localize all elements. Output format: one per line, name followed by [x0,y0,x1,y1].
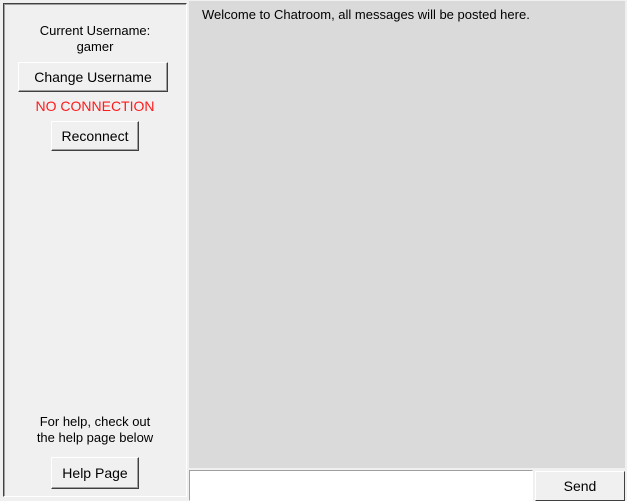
help-text-line1: For help, check out [39,414,151,429]
send-button[interactable]: Send [535,471,625,501]
help-text-line2: the help page below [36,430,154,445]
message-input[interactable] [189,470,533,501]
reconnect-button[interactable]: Reconnect [51,121,139,151]
chat-message: Welcome to Chatroom, all messages will b… [202,7,530,22]
help-page-button[interactable]: Help Page [51,457,139,489]
username-label: Current Username: [39,23,151,38]
change-username-button[interactable]: Change Username [18,62,168,92]
connection-status: NO CONNECTION [35,98,155,114]
username-value: gamer [76,39,114,54]
sidebar-panel: Current Username: gamer Change Username … [3,3,187,497]
chat-log[interactable]: Welcome to Chatroom, all messages will b… [189,1,625,468]
